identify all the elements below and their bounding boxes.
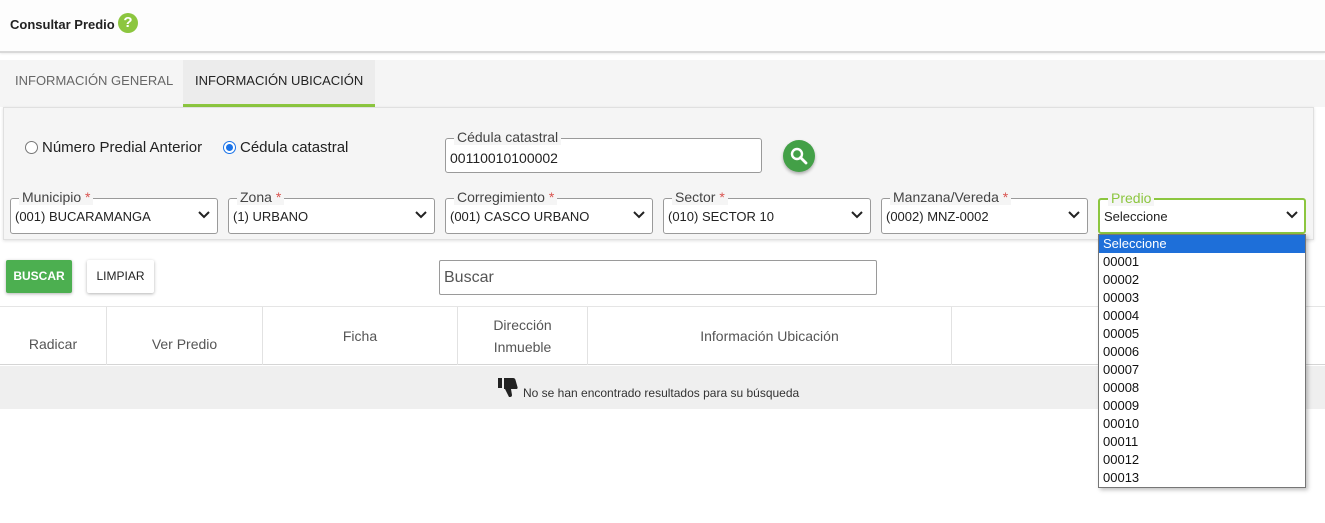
manzana-vereda-label: Manzana/Vereda * [890,189,1012,205]
help-icon[interactable]: ? [118,13,138,33]
radio-label: Cédula catastral [240,139,349,156]
corregimiento-label: Corregimiento * [454,189,558,205]
dropdown-option[interactable]: 00012 [1099,451,1305,469]
chevron-down-icon [1068,211,1080,219]
thumbs-down-icon [498,378,518,397]
dropdown-option[interactable]: 00010 [1099,415,1305,433]
municipio-select[interactable]: Municipio * (001) BUCARAMANGA [10,189,218,234]
predio-dropdown-list: Seleccione 00001 00002 00003 00004 00005… [1098,234,1306,488]
magnifier-icon [790,147,808,165]
chevron-down-icon [1286,211,1298,219]
zona-value: (1) URBANO [233,209,309,224]
search-button[interactable] [783,140,815,172]
tab-bar: INFORMACIÓN GENERAL INFORMACIÓN UBICACIÓ… [0,60,1325,107]
chevron-down-icon [633,211,645,219]
dropdown-option[interactable]: 00013 [1099,469,1305,487]
cedula-catastral-field[interactable]: Cédula catastral 00110010100002 [445,129,762,173]
sector-value: (010) SECTOR 10 [668,209,774,224]
dropdown-option[interactable]: 00005 [1099,325,1305,343]
predio-select[interactable]: Predio Seleccione [1098,190,1306,234]
tab-informacion-general[interactable]: INFORMACIÓN GENERAL [3,60,185,107]
manzana-vereda-select[interactable]: Manzana/Vereda * (0002) MNZ-0002 [881,189,1088,234]
radio-numero-predial-anterior[interactable]: Número Predial Anterior [25,139,202,156]
column-header-ficha[interactable]: Ficha [263,307,458,365]
top-bar: Consultar Predio ? [0,0,1325,53]
dropdown-option[interactable]: 00011 [1099,433,1305,451]
corregimiento-select[interactable]: Corregimiento * (001) CASCO URBANO [445,189,653,234]
manzana-vereda-value: (0002) MNZ-0002 [886,209,989,224]
zona-label: Zona * [237,189,285,205]
chevron-down-icon [851,211,863,219]
dropdown-option[interactable]: Seleccione [1099,235,1305,253]
sector-label: Sector * [672,189,728,205]
radio-label: Número Predial Anterior [42,139,203,156]
page-title: Consultar Predio [10,17,115,32]
radio-circle-checked[interactable] [223,141,236,154]
cedula-catastral-value: 00110010100002 [450,150,558,166]
column-header-direccion-inmueble[interactable]: Dirección Inmueble [458,307,588,365]
corregimiento-value: (001) CASCO URBANO [450,209,590,224]
page: Consultar Predio ? INFORMACIÓN GENERAL I… [0,0,1325,523]
radio-cedula-catastral[interactable]: Cédula catastral [223,139,348,156]
municipio-label: Municipio * [19,189,94,205]
column-header-informacion-ubicacion[interactable]: Información Ubicación [588,307,952,365]
chevron-down-icon [198,211,210,219]
empty-results-message: No se han encontrado resultados para su … [523,386,800,400]
dropdown-option[interactable]: 00004 [1099,307,1305,325]
radio-circle[interactable] [25,141,38,154]
column-header-ver-predio[interactable]: Ver Predio [107,307,263,365]
buscar-button[interactable]: BUSCAR [6,260,72,293]
municipio-value: (001) BUCARAMANGA [15,209,151,224]
predio-label: Predio [1108,190,1155,206]
dropdown-option[interactable]: 00002 [1099,271,1305,289]
dropdown-option[interactable]: 00006 [1099,343,1305,361]
tab-informacion-ubicacion[interactable]: INFORMACIÓN UBICACIÓN [183,60,376,107]
predio-value: Seleccione [1104,209,1168,224]
dropdown-option[interactable]: 00009 [1099,397,1305,415]
zona-select[interactable]: Zona * (1) URBANO [228,189,435,234]
dropdown-option[interactable]: 00008 [1099,379,1305,397]
dropdown-option[interactable]: 00007 [1099,361,1305,379]
sector-select[interactable]: Sector * (010) SECTOR 10 [663,189,871,234]
cedula-catastral-label: Cédula catastral [454,129,562,145]
limpiar-button[interactable]: LIMPIAR [87,260,154,293]
dropdown-option[interactable]: 00003 [1099,289,1305,307]
column-header-radicar[interactable]: Radicar [0,307,107,365]
table-search-input[interactable] [439,260,877,295]
chevron-down-icon [415,211,427,219]
dropdown-option[interactable]: 00001 [1099,253,1305,271]
